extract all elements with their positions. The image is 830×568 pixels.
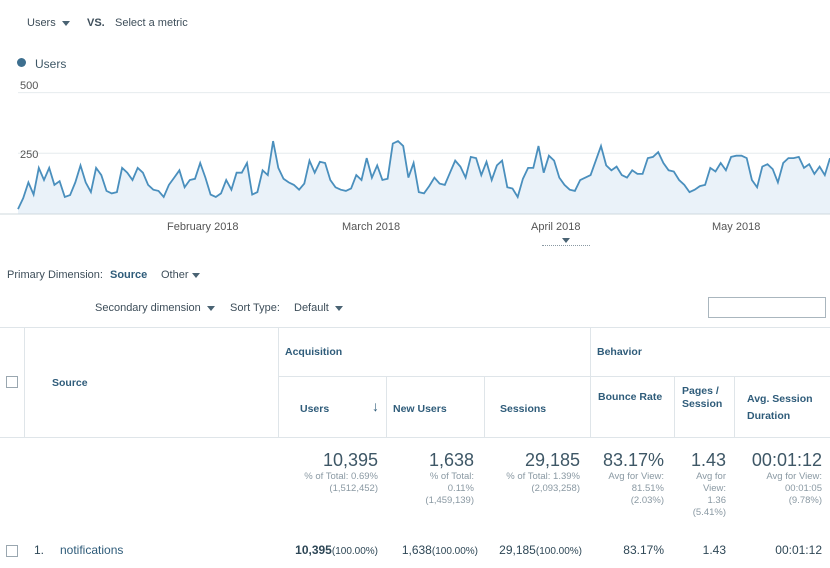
y-tick-label-500: 500 (20, 80, 39, 92)
x-tick-label-mar: March 2018 (342, 221, 401, 233)
annotation-bar (542, 245, 590, 246)
header-bottom-border (0, 437, 830, 438)
chevron-down-icon (191, 272, 200, 278)
sessions-column-header[interactable]: Sessions (500, 403, 546, 415)
col-divider (734, 376, 735, 437)
avg-session-duration-column-header[interactable]: Avg. Session Duration (747, 391, 829, 425)
chevron-down-icon (206, 305, 215, 311)
select-metric-link[interactable]: Select a metric (115, 17, 188, 29)
row-bounce-rate: 83.17% (623, 543, 664, 557)
total-users: 10,395 % of Total: 0.69% (1,512,452) (304, 450, 378, 494)
x-tick-label-may: May 2018 (712, 221, 761, 233)
pages-session-column-header[interactable]: Pages / Session (682, 385, 730, 411)
x-tick-label-feb: February 2018 (167, 221, 239, 233)
users-column-header[interactable]: Users (300, 403, 329, 415)
row-checkbox[interactable] (6, 545, 18, 557)
primary-dimension-source[interactable]: Source (110, 269, 147, 281)
chevron-down-icon (61, 20, 70, 26)
row-index: 1. (34, 543, 45, 557)
col-divider (278, 327, 279, 437)
col-divider (386, 376, 387, 437)
annotation-toggle-icon[interactable] (562, 238, 570, 243)
total-pages-session: 1.43 Avg for View: 1.36 (5.41%) (690, 450, 726, 518)
total-new-users: 1,638 % of Total: 0.11% (1,459,139) (425, 450, 474, 506)
row-users: 10,395(100.00%) (295, 543, 378, 557)
row-sessions: 29,185(100.00%) (499, 543, 582, 557)
row-avg-duration: 00:01:12 (775, 543, 822, 557)
sort-descending-icon[interactable]: ↓ (372, 398, 379, 414)
new-users-column-header[interactable]: New Users (393, 403, 447, 415)
users-line-chart (0, 92, 830, 215)
sort-type-label: Sort Type: (230, 302, 280, 314)
sort-type-dropdown[interactable]: Default (294, 302, 343, 314)
col-divider (590, 327, 591, 437)
row-new-users: 1,638(100.00%) (401, 543, 478, 557)
total-sessions: 29,185 % of Total: 1.39% (2,093,258) (506, 450, 580, 494)
vs-label: VS. (87, 17, 105, 29)
acquisition-header: Acquisition (285, 346, 343, 358)
col-divider (484, 376, 485, 437)
header-divider (278, 376, 830, 377)
metric-selector[interactable]: Users (27, 17, 70, 29)
row-pages-session: 1.43 (702, 543, 726, 557)
chevron-down-icon (334, 305, 343, 311)
col-divider (24, 327, 25, 437)
table-top-border (0, 327, 830, 328)
total-avg-duration: 00:01:12 Avg for View: 00:01:05 (9.78%) (751, 450, 822, 506)
select-all-checkbox[interactable] (6, 376, 18, 388)
behavior-header: Behavior (597, 346, 642, 358)
table-search-input[interactable] (708, 297, 826, 318)
secondary-dimension-dropdown[interactable]: Secondary dimension (95, 302, 215, 314)
bounce-rate-column-header[interactable]: Bounce Rate (598, 391, 662, 403)
x-tick-label-apr: April 2018 (531, 221, 581, 233)
primary-dimension-other[interactable]: Other (161, 269, 200, 281)
metric-label: Users (27, 17, 56, 29)
y-tick-label-250: 250 (20, 149, 39, 161)
col-divider (674, 376, 675, 437)
primary-dimension-label: Primary Dimension: (7, 269, 103, 281)
row-source-link[interactable]: notifications (60, 543, 123, 557)
source-header[interactable]: Source (52, 377, 88, 389)
legend-dot-icon (17, 58, 26, 67)
legend-label: Users (35, 57, 67, 71)
total-bounce-rate: 83.17% Avg for View: 81.51% (2.03%) (602, 450, 664, 506)
